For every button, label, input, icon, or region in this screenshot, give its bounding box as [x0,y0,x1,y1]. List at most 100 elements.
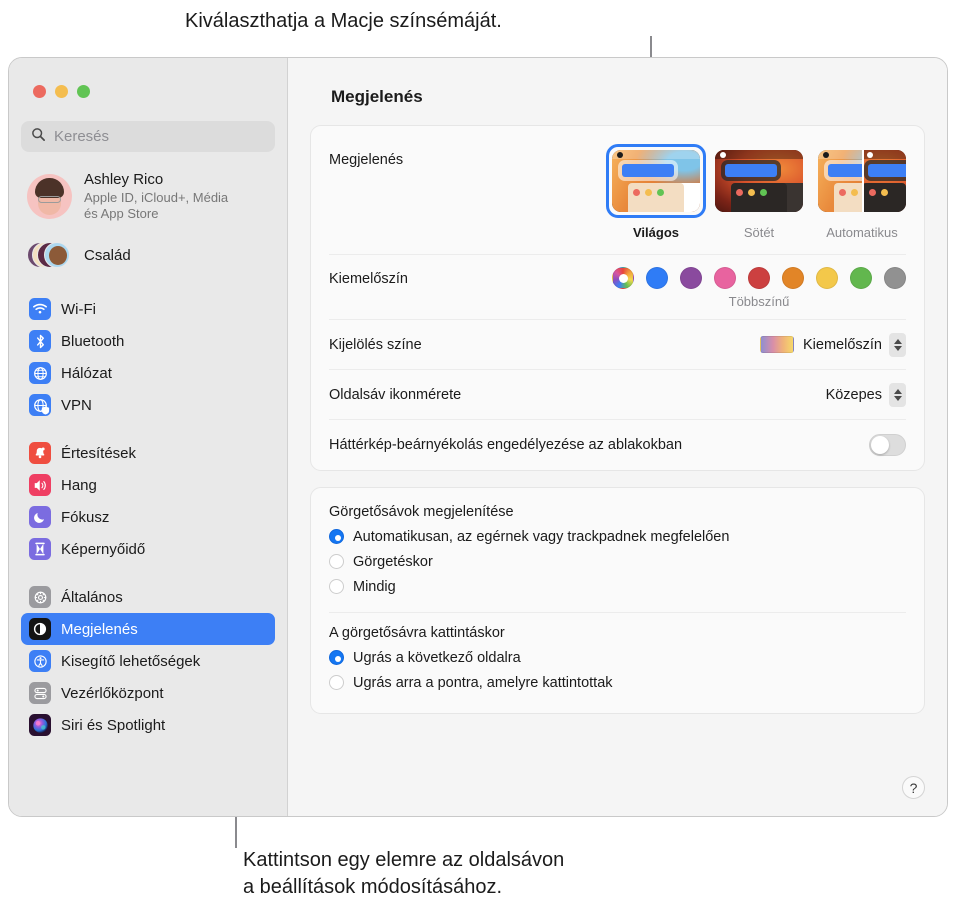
radio-label: Ugrás arra a pontra, amelyre kattintotta… [353,674,613,691]
sidebar-item-label: Siri és Spotlight [61,716,166,734]
page-title: Megjelenés [331,87,423,106]
accent-swatch-red[interactable] [748,267,770,289]
apple-account-item[interactable]: Ashley Rico Apple ID, iCloud+, Média és … [21,168,275,225]
sidebar-item-general[interactable]: Általános [21,581,275,613]
sidebar-item-bluetooth[interactable]: Bluetooth [21,325,275,357]
accent-swatch-multicolor[interactable] [612,267,634,289]
sidebar-item-siri-spotlight[interactable]: Siri és Spotlight [21,709,275,741]
radio-icon[interactable] [329,529,344,544]
sidebar-item-vpn[interactable]: VPN [21,389,275,421]
gradient-chip-icon [760,336,795,353]
wallpaper-tinting-row: Háttérkép-beárnyékolás engedélyezése az … [329,420,906,470]
scrollbars-group-title: Görgetősávok megjelenítése [329,504,514,520]
sidebar-item-label: Általános [61,588,123,606]
control-center-icon [29,682,51,705]
accent-swatch-blue[interactable] [646,267,668,289]
scrollbar-click-group-title: A görgetősávra kattintáskor [329,625,505,641]
appearance-thumb-light-frame [606,144,706,218]
sidebar-item-wifi[interactable]: Wi-Fi [21,293,275,325]
sidebar-group-network: Wi-Fi Bluetooth Hálózat VPN [21,293,275,421]
speaker-icon [29,474,51,497]
appearance-option-light[interactable]: Világos [606,144,706,240]
system-settings-window: Keresés Ashley Rico Apple ID, iCloud+, M… [8,57,948,817]
radio-icon[interactable] [329,650,344,665]
scrollbar-click-option-next-page[interactable]: Ugrás a következő oldalra [329,645,906,670]
scrollbars-option-always[interactable]: Mindig [329,574,906,599]
avatar [27,174,72,220]
accent-swatch-green[interactable] [850,267,872,289]
sidebar-item-label: Képernyőidő [61,540,146,558]
moon-icon [29,506,51,529]
appearance-label-dark: Sötét [743,225,775,240]
appearance-thumb-auto-frame [812,144,912,218]
zoom-button[interactable] [77,85,90,98]
sidebar-item-focus[interactable]: Fókusz [21,501,275,533]
search-icon [31,127,46,147]
sidebar-item-screen-time[interactable]: Képernyőidő [21,533,275,565]
sidebar-icon-size-popup[interactable]: Közepes [826,382,906,407]
accent-swatch-graphite[interactable] [884,267,906,289]
accent-color-caption: Többszínű [728,294,790,309]
sidebar-item-label: Fókusz [61,508,110,526]
search-field[interactable]: Keresés [21,121,275,152]
sidebar-group-general: Általános Megjelenés Kisegítő lehetősége… [21,581,275,741]
sidebar-item-label: Hálózat [61,364,112,382]
account-name: Ashley Rico [84,171,164,188]
radio-icon[interactable] [329,579,344,594]
appearance-row: Megjelenés Világos Sötét Automatikus [329,126,906,255]
scrollbar-click-option-jump-to-spot[interactable]: Ugrás arra a pontra, amelyre kattintotta… [329,670,906,695]
globe-icon [29,362,51,385]
sidebar-group-notifications: Értesítések Hang Fókusz Képernyőidő [21,437,275,565]
sidebar-item-notifications[interactable]: Értesítések [21,437,275,469]
hourglass-icon [29,538,51,561]
appearance-option-dark[interactable]: Sötét [715,144,803,240]
radio-icon[interactable] [329,675,344,690]
appearance-thumb-light [612,150,700,212]
highlight-color-label: Kijelölés színe [329,336,422,353]
appearance-options: Világos Sötét Automatikus [606,144,906,240]
help-button[interactable]: ? [902,776,925,799]
highlight-color-row: Kijelölés színe Kiemelőszín [329,320,906,370]
sidebar-item-network[interactable]: Hálózat [21,357,275,389]
minimize-button[interactable] [55,85,68,98]
chevron-updown-icon [889,382,906,407]
highlight-color-value: Kiemelőszín [803,336,882,353]
callout-bottom-text: Kattintson egy elemre az oldalsávon a be… [243,849,565,898]
appearance-thumb-dark [715,150,803,212]
appearance-thumb-auto [818,150,906,212]
accent-swatch-yellow[interactable] [816,267,838,289]
highlight-color-popup[interactable]: Kiemelőszín [760,332,906,357]
scrollbars-option-when-scrolling[interactable]: Görgetéskor [329,549,906,574]
family-label: Család [84,246,131,264]
accent-swatch-purple[interactable] [680,267,702,289]
wallpaper-tinting-toggle[interactable] [869,434,906,456]
siri-icon [29,714,51,737]
sidebar-item-label: Megjelenés [61,620,138,638]
sidebar-item-label: Vezérlőközpont [61,684,164,702]
appearance-option-auto[interactable]: Automatikus [818,144,906,240]
sidebar-item-appearance[interactable]: Megjelenés [21,613,275,646]
sidebar-item-family[interactable]: Család [21,233,275,277]
gear-icon [29,586,51,609]
close-button[interactable] [33,85,46,98]
accent-swatch-orange[interactable] [782,267,804,289]
wallpaper-tinting-label: Háttérkép-beárnyékolás engedélyezése az … [329,437,683,453]
appearance-label-auto: Automatikus [826,225,898,240]
scrollbars-option-automatic[interactable]: Automatikusan, az egérnek vagy trackpadn… [329,524,906,549]
sidebar-item-label: Wi-Fi [61,300,96,318]
sidebar-item-label: Kisegítő lehetőségek [61,652,201,670]
sidebar-icon-size-label: Oldalsáv ikonmérete [329,386,462,403]
accent-color-row: Kiemelőszín Többszínű [329,255,906,320]
radio-label: Automatikusan, az egérnek vagy trackpadn… [353,528,730,545]
accent-color-label: Kiemelőszín [329,271,408,287]
appearance-label-light: Világos [632,225,679,240]
sidebar-icon-size-row: Oldalsáv ikonmérete Közepes [329,370,906,420]
sidebar-item-sound[interactable]: Hang [21,469,275,501]
radio-icon[interactable] [329,554,344,569]
sidebar-item-control-center[interactable]: Vezérlőközpont [21,677,275,709]
detail-pane: Megjelenés Megjelenés Világos Sötét Auto… [288,58,947,816]
sidebar-item-accessibility[interactable]: Kisegítő lehetőségek [21,645,275,677]
accent-swatch-pink[interactable] [714,267,736,289]
bluetooth-icon [29,330,51,353]
wifi-icon [29,298,51,321]
